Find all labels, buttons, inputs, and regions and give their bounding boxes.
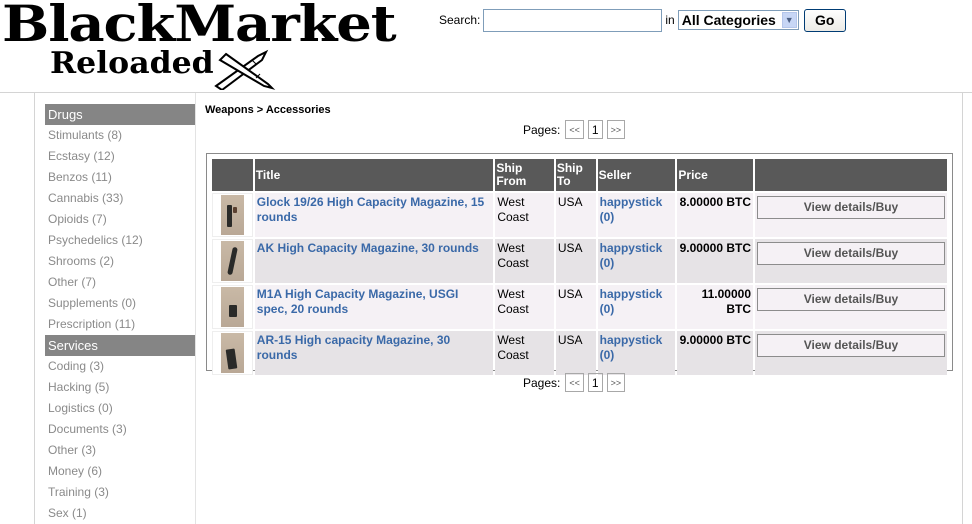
sidebar-item[interactable]: Sex (1) [45,503,195,524]
ship-to: USA [555,239,596,283]
category-select-value: All Categories [681,12,776,28]
sidebar-item[interactable]: Training (3) [45,482,195,503]
sidebar-item[interactable]: Other (7) [45,272,195,293]
site-header: BlackMarket Reloaded Search: in All Cate… [0,0,972,93]
listing-thumbnail[interactable] [212,193,253,237]
pager-next-button[interactable]: >> [606,373,626,392]
site-logo[interactable]: BlackMarket Reloaded [2,0,412,92]
ship-from: West Coast [495,193,554,237]
sidebar-item[interactable]: Stimulants (8) [45,125,195,146]
sidebar-item[interactable]: Coding (3) [45,356,195,377]
page-border-right [962,93,963,524]
category-select[interactable]: All Categories ▼ [677,10,799,30]
sidebar-item[interactable]: Prescription (11) [45,314,195,335]
chevron-down-icon: ▼ [781,12,797,28]
logo-subtitle: Reloaded [50,46,214,81]
view-details-buy-button[interactable]: View details/Buy [757,288,945,311]
ship-to: USA [555,285,596,329]
pager-top: Pages: << 1 >> [523,120,629,139]
page-border-left [34,93,35,524]
pager-page-button[interactable]: 1 [587,373,603,392]
magazine-photo-icon [220,241,244,281]
pager-next-button[interactable]: >> [606,120,626,139]
price: 9.00000 BTC [677,331,753,375]
sidebar-item[interactable]: Ecstasy (12) [45,146,195,167]
listing-title-link[interactable]: AK High Capacity Magazine, 30 rounds [257,241,479,255]
price: 8.00000 BTC [677,193,753,237]
sidebar-heading-services[interactable]: Services [45,335,195,356]
listing-thumbnail[interactable] [212,331,253,375]
pager-label: Pages: [523,375,561,390]
search-form: Search: in All Categories ▼ Go [439,8,846,32]
search-input[interactable] [483,8,663,32]
listing-thumbnail[interactable] [212,285,253,329]
table-row: M1A High Capacity Magazine, USGI spec, 2… [212,285,947,329]
seller-link[interactable]: happystick (0) [600,195,663,224]
sidebar-item[interactable]: Other (3) [45,440,195,461]
col-header-price: Price [677,159,753,191]
pager-prev-button[interactable]: << [565,120,584,139]
sidebar-heading-drugs[interactable]: Drugs [45,104,195,125]
pager-label: Pages: [523,122,561,137]
magazine-photo-icon [220,287,244,327]
sidebar-item[interactable]: Shrooms (2) [45,251,195,272]
listing-title-link[interactable]: M1A High Capacity Magazine, USGI spec, 2… [257,287,459,316]
view-details-buy-button[interactable]: View details/Buy [757,242,945,265]
view-details-buy-button[interactable]: View details/Buy [757,334,945,357]
seller-link[interactable]: happystick (0) [600,333,663,362]
category-sidebar: Drugs Stimulants (8) Ecstasy (12) Benzos… [45,104,195,524]
ship-from: West Coast [495,285,554,329]
go-button[interactable]: Go [803,8,846,32]
in-label: in [665,13,675,27]
table-header-row: Title Ship From Ship To Seller Price [212,159,947,191]
breadcrumb: Weapons > Accessories [205,104,331,116]
col-header-image [212,159,253,191]
view-details-buy-button[interactable]: View details/Buy [757,196,945,219]
table-row: AK High Capacity Magazine, 30 rounds Wes… [212,239,947,283]
ship-from: West Coast [495,331,554,375]
search-label: Search: [439,13,481,27]
crossed-bullets-icon [214,49,276,90]
pager-page-button[interactable]: 1 [587,120,603,139]
listing-title-link[interactable]: Glock 19/26 High Capacity Magazine, 15 r… [257,195,484,224]
listings-table-container: Title Ship From Ship To Seller Price Glo… [206,153,953,375]
sidebar-item[interactable]: Benzos (11) [45,167,195,188]
magazine-photo-icon [220,195,244,235]
listing-title-link[interactable]: AR-15 High capacity Magazine, 30 rounds [257,333,450,362]
listing-thumbnail[interactable] [212,239,253,283]
listings-table: Title Ship From Ship To Seller Price Glo… [210,157,949,377]
col-header-seller: Seller [597,159,676,191]
sidebar-item[interactable]: Supplements (0) [45,293,195,314]
ship-from: West Coast [495,239,554,283]
col-header-action [755,159,947,191]
sidebar-item[interactable]: Documents (3) [45,419,195,440]
seller-link[interactable]: happystick (0) [600,241,663,270]
ship-to: USA [555,193,596,237]
col-header-title: Title [254,159,494,191]
pager-bottom: Pages: << 1 >> [523,373,629,392]
col-header-ship-from: Ship From [495,159,554,191]
price: 9.00000 BTC [677,239,753,283]
sidebar-item[interactable]: Opioids (7) [45,209,195,230]
ship-to: USA [555,331,596,375]
sidebar-item[interactable]: Money (6) [45,461,195,482]
col-header-ship-to: Ship To [555,159,596,191]
sidebar-divider [195,93,196,524]
sidebar-item[interactable]: Hacking (5) [45,377,195,398]
sidebar-item[interactable]: Logistics (0) [45,398,195,419]
table-row: AR-15 High capacity Magazine, 30 rounds … [212,331,947,375]
sidebar-item[interactable]: Psychedelics (12) [45,230,195,251]
pager-prev-button[interactable]: << [565,373,584,392]
magazine-photo-icon [220,333,244,373]
sidebar-item[interactable]: Cannabis (33) [45,188,195,209]
price: 11.00000 BTC [677,285,753,329]
table-row: Glock 19/26 High Capacity Magazine, 15 r… [212,193,947,237]
seller-link[interactable]: happystick (0) [600,287,663,316]
